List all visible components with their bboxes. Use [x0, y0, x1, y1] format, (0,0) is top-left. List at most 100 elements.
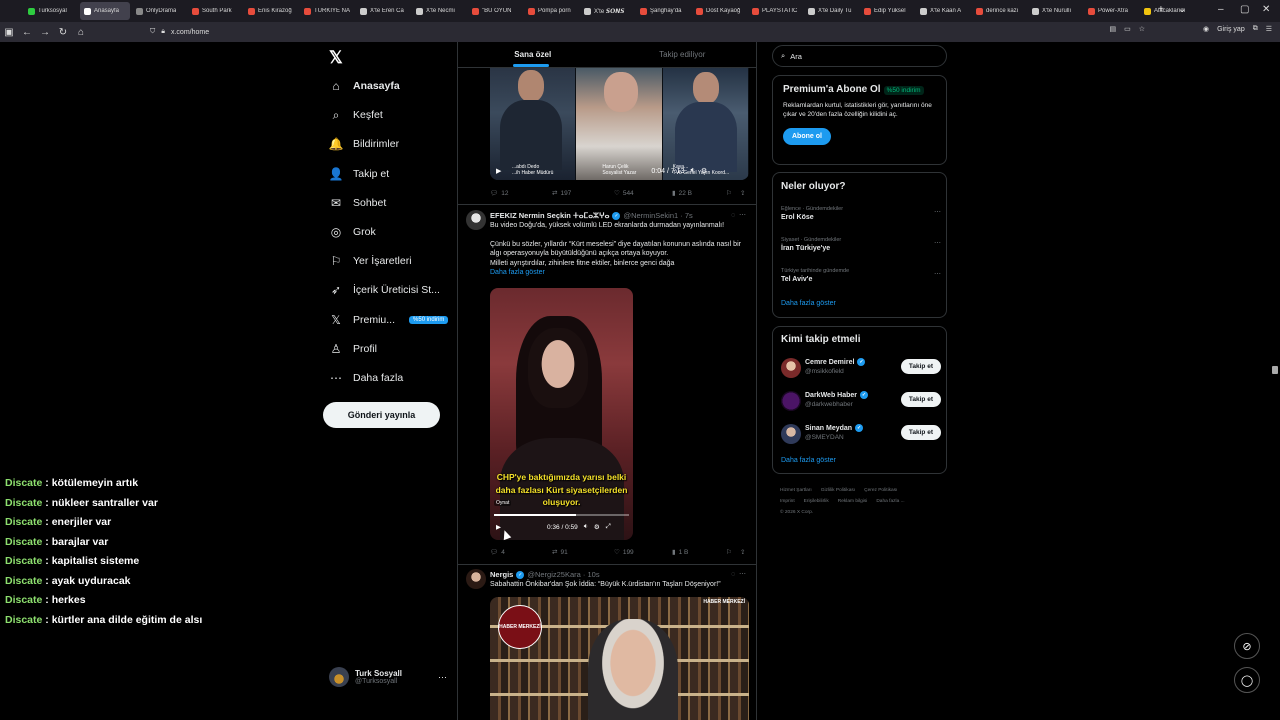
- repost-button[interactable]: ⇄ 197: [552, 189, 614, 198]
- avatar[interactable]: [781, 358, 801, 378]
- sidebar-item[interactable]: ⌂ Anasayfa: [329, 74, 399, 98]
- url-bar[interactable]: ⛉ 🔒︎ x.com/home: [150, 24, 1090, 40]
- footer-link[interactable]: Erişilebilirlik: [804, 499, 829, 504]
- avatar[interactable]: [466, 569, 486, 589]
- like-button[interactable]: ♡ 544: [614, 189, 672, 198]
- share-icon[interactable]: ⇪: [740, 189, 745, 197]
- suggested-name[interactable]: DarkWeb Haber ✓: [805, 391, 869, 399]
- settings-icon[interactable]: ⚙: [701, 167, 707, 175]
- browser-tab[interactable]: South Park: [188, 2, 242, 20]
- browser-tab[interactable]: X'te Necmi: [412, 2, 466, 20]
- like-button[interactable]: ♡ 199: [614, 548, 672, 557]
- views-button[interactable]: ▮ 1 B: [672, 548, 726, 557]
- footer-link[interactable]: Çerez Politikası: [864, 488, 897, 493]
- footer-link[interactable]: © 2026 X Corp.: [780, 510, 813, 515]
- browser-tab[interactable]: Enis Kirazoğ: [244, 2, 298, 20]
- browser-tab[interactable]: OnlyDrama: [132, 2, 186, 20]
- browser-tab[interactable]: Power-Xtra: [1084, 2, 1138, 20]
- avatar[interactable]: [781, 424, 801, 444]
- browser-tab[interactable]: X'te Nurullı: [1028, 2, 1082, 20]
- settings-icon[interactable]: ⚙: [594, 523, 600, 531]
- tab-following[interactable]: Takip ediliyor: [608, 42, 757, 67]
- suggested-name[interactable]: Sinan Meydan ✓: [805, 424, 864, 432]
- bookmark-icon[interactable]: ⚐: [726, 189, 740, 197]
- post3-author[interactable]: Nergis: [490, 570, 513, 579]
- close-window-icon[interactable]: ✕: [1262, 4, 1270, 15]
- post2-handle[interactable]: @NerminSekin1 · 7s: [623, 211, 692, 220]
- browser-tab[interactable]: "BU OYUN: [468, 2, 522, 20]
- account-switcher[interactable]: Turk Sosyall @Turksosyall ⋯: [329, 662, 457, 692]
- footer-link[interactable]: Daha fazla ...: [876, 499, 904, 504]
- play-icon[interactable]: ▶: [496, 167, 501, 175]
- trends-show-more[interactable]: Daha fazla göster: [781, 300, 836, 307]
- show-more-link[interactable]: Daha fazla göster: [490, 268, 749, 278]
- fullscreen-icon[interactable]: ⤢: [606, 523, 611, 531]
- avatar[interactable]: [466, 210, 486, 230]
- footer-link[interactable]: Hizmet Şartları: [780, 488, 812, 493]
- x-logo-icon[interactable]: 𝕏: [329, 48, 343, 68]
- trend-item[interactable]: Siyaset · Gündemdekiler İran Türkiye'ye ⋯: [781, 237, 941, 252]
- footer-link[interactable]: Imprint: [780, 499, 795, 504]
- browser-tab[interactable]: Şanghay'da: [636, 2, 690, 20]
- sidebar-item[interactable]: ◎ Grok: [329, 220, 376, 244]
- post3-handle[interactable]: @Nergiz25Kara · 10s: [527, 570, 599, 579]
- who-to-follow-item[interactable]: Sinan Meydan ✓ @SMEYDAN Takip et: [781, 422, 941, 446]
- grok-icon[interactable]: ◌: [731, 571, 735, 578]
- browser-tab[interactable]: X'te Eren Ca: [356, 2, 410, 20]
- browser-tab[interactable]: derince kazı: [972, 2, 1026, 20]
- browser-tab[interactable]: X'te Daily Tu: [804, 2, 858, 20]
- browser-tab[interactable]: TÜRKİYE NA: [300, 2, 354, 20]
- follow-button[interactable]: Takip et: [900, 392, 941, 407]
- sidebar-item[interactable]: ⌕ Keşfet: [329, 103, 383, 127]
- subscribe-button[interactable]: Abone ol: [783, 128, 831, 145]
- video-progress[interactable]: [494, 514, 629, 516]
- menu-icon[interactable]: ☰: [1266, 25, 1272, 33]
- post1-video[interactable]: ...abdı Dedo ...ih Haber Müdürü Harun Çe…: [490, 68, 749, 180]
- play-icon[interactable]: ▶: [496, 523, 501, 531]
- reader-icon[interactable]: ▤: [1109, 25, 1116, 33]
- trend-item[interactable]: Türkiye tarihinde gündemde Tel Aviv'e ⋯: [781, 268, 941, 283]
- footer-link[interactable]: Gizlilik Politikası: [821, 488, 855, 493]
- footer-link[interactable]: Reklam bilgisi: [838, 499, 868, 504]
- sidebar-toggle-icon[interactable]: ▣: [0, 27, 18, 38]
- sidebar-item[interactable]: ✉ Sohbet: [329, 191, 386, 215]
- grok-fab-icon[interactable]: ⊘: [1234, 633, 1260, 659]
- trend-item[interactable]: Eğlence · Gündemdekiler Erol Köse ⋯: [781, 206, 941, 221]
- sidebar-item[interactable]: 🔔 Bildirimler: [329, 132, 400, 156]
- minimize-icon[interactable]: –: [1218, 4, 1224, 15]
- post2-author[interactable]: EFEKIZ Nermin Seçkin ⵜⴰⵎⴰⵣⵖⴰ: [490, 211, 609, 220]
- pip-icon[interactable]: ▭: [1124, 25, 1131, 33]
- post-button[interactable]: Gönderi yayınla: [323, 402, 440, 428]
- signin-label[interactable]: Giriş yap: [1217, 26, 1245, 33]
- post3-video[interactable]: HABER MERKEZİ HABER MERKEZİ: [490, 597, 749, 720]
- follow-button[interactable]: Takip et: [900, 359, 941, 374]
- browser-tab[interactable]: X'te 𝙎𝙊𝙉𝙎: [580, 2, 634, 20]
- sidebar-item[interactable]: ⚐ Yer İşaretleri: [329, 249, 412, 273]
- reply-button[interactable]: 💬︎ 12: [490, 189, 552, 198]
- volume-icon[interactable]: 🔉︎: [584, 523, 588, 531]
- who-to-follow-item[interactable]: Cemre Demirel ✓ @msikkofield Takip et: [781, 356, 941, 380]
- browser-tab[interactable]: Dost Kayaoğ: [692, 2, 746, 20]
- sidebar-item[interactable]: 👤 Takip et: [329, 162, 390, 186]
- more-icon[interactable]: ⋯: [934, 270, 941, 278]
- sidebar-item[interactable]: 𝕏 Premiu... %50 indirim: [329, 308, 449, 332]
- repost-button[interactable]: ⇄ 91: [552, 548, 614, 557]
- views-button[interactable]: ▮ 22 B: [672, 189, 726, 198]
- post2-video[interactable]: CHP'ye baktığımızda yarısı belki daha fa…: [490, 288, 633, 540]
- suggested-name[interactable]: Cemre Demirel ✓: [805, 358, 866, 366]
- browser-tab[interactable]: PLAYSTATIC: [748, 2, 802, 20]
- volume-icon[interactable]: 🔉︎: [690, 167, 694, 175]
- new-tab-icon[interactable]: +: [1158, 4, 1164, 15]
- sidebar-item[interactable]: ♙ Profil: [329, 337, 377, 361]
- grok-icon[interactable]: ◌: [731, 212, 735, 219]
- more-icon[interactable]: ⋯: [934, 208, 941, 216]
- bookmark-star-icon[interactable]: ☆: [1139, 25, 1145, 33]
- browser-tab[interactable]: X'te Kaan A: [916, 2, 970, 20]
- scrollbar-thumb[interactable]: [1272, 366, 1278, 374]
- browser-tab[interactable]: Anasayfa: [80, 2, 130, 20]
- avatar[interactable]: [781, 391, 801, 411]
- tab-for-you[interactable]: Sana özel: [458, 42, 608, 67]
- bookmark-icon[interactable]: ⚐: [726, 548, 740, 556]
- share-icon[interactable]: ⇪: [740, 548, 745, 556]
- tab-list-icon[interactable]: ⌄: [1178, 4, 1186, 15]
